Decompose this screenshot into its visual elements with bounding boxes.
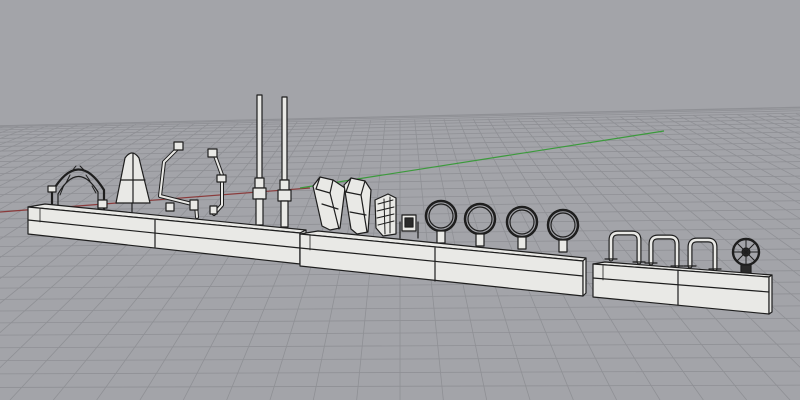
3d-viewport[interactable] [0, 0, 800, 400]
viewport-canvas[interactable] [0, 0, 800, 400]
part-grill-block[interactable] [374, 193, 397, 237]
